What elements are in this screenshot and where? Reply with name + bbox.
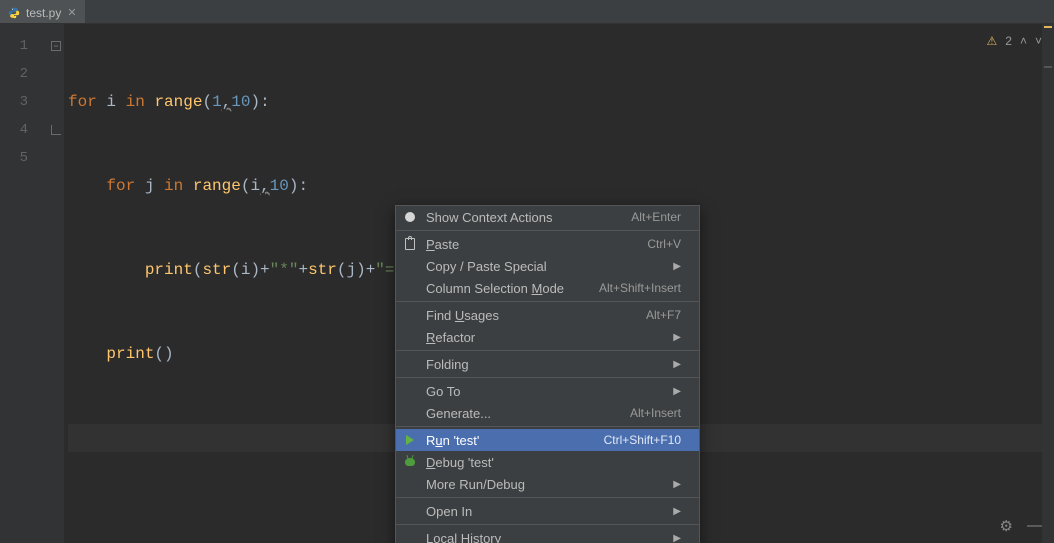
menu-item-context-actions[interactable]: Show Context ActionsAlt+Enter — [396, 206, 699, 228]
warning-marker[interactable] — [1044, 26, 1052, 28]
chevron-down-icon[interactable]: ˅ — [1035, 34, 1042, 48]
menu-separator — [396, 377, 699, 378]
menu-separator — [396, 230, 699, 231]
menu-item-find-usages[interactable]: Find UsagesAlt+F7 — [396, 304, 699, 326]
menu-item-refactor[interactable]: Refactor▶ — [396, 326, 699, 348]
menu-item-column-selection[interactable]: Column Selection ModeAlt+Shift+Insert — [396, 277, 699, 299]
submenu-arrow-icon: ▶ — [673, 386, 681, 397]
status-bar-right: ⚙ ― — [1000, 517, 1042, 535]
menu-separator — [396, 524, 699, 525]
horizontal-bars-icon[interactable]: ― — [1027, 517, 1042, 535]
submenu-arrow-icon: ▶ — [673, 479, 681, 490]
menu-item-copy-paste-special[interactable]: Copy / Paste Special▶ — [396, 255, 699, 277]
clipboard-icon — [405, 238, 415, 250]
change-marker[interactable] — [1044, 66, 1052, 68]
settings-icon[interactable]: ⚙ — [1000, 517, 1013, 535]
python-file-icon — [8, 7, 20, 19]
chevron-up-icon[interactable]: ˄ — [1020, 34, 1027, 48]
menu-item-generate[interactable]: Generate...Alt+Insert — [396, 402, 699, 424]
fold-toggle-icon[interactable] — [51, 41, 61, 51]
line-number: 4 — [0, 116, 48, 144]
warning-count: 2 — [1005, 34, 1012, 48]
context-menu: Show Context ActionsAlt+Enter PasteCtrl+… — [395, 205, 700, 543]
menu-item-local-history[interactable]: Local History▶ — [396, 527, 699, 543]
file-tab[interactable]: test.py ✕ — [0, 0, 85, 23]
fold-end-icon — [51, 125, 61, 135]
code-line[interactable]: for j in range(i,10): — [68, 172, 1054, 200]
menu-item-folding[interactable]: Folding▶ — [396, 353, 699, 375]
code-line[interactable]: for i in range(1,10): — [68, 88, 1054, 116]
menu-separator — [396, 350, 699, 351]
line-number: 2 — [0, 60, 48, 88]
submenu-arrow-icon: ▶ — [673, 533, 681, 543]
menu-item-more-run-debug[interactable]: More Run/Debug▶ — [396, 473, 699, 495]
menu-item-debug[interactable]: Debug 'test' — [396, 451, 699, 473]
line-number: 1 — [0, 32, 48, 60]
bulb-icon — [405, 212, 415, 222]
run-icon — [406, 435, 414, 445]
menu-separator — [396, 497, 699, 498]
menu-separator — [396, 301, 699, 302]
bug-icon — [405, 458, 415, 466]
submenu-arrow-icon: ▶ — [673, 359, 681, 370]
line-number-gutter: 1 2 3 4 5 — [0, 24, 48, 543]
tab-bar: test.py ✕ — [0, 0, 1054, 24]
submenu-arrow-icon: ▶ — [673, 332, 681, 343]
submenu-arrow-icon: ▶ — [673, 261, 681, 272]
fold-gutter — [48, 24, 64, 543]
close-tab-icon[interactable]: ✕ — [67, 6, 76, 19]
line-number: 5 — [0, 144, 48, 172]
warning-icon: ⚠ — [987, 34, 998, 48]
error-stripe — [1042, 24, 1054, 543]
inspection-widget[interactable]: ⚠ 2 ˄ ˅ — [987, 34, 1042, 48]
submenu-arrow-icon: ▶ — [673, 506, 681, 517]
tab-filename: test.py — [26, 6, 61, 20]
line-number: 3 — [0, 88, 48, 116]
menu-item-open-in[interactable]: Open In▶ — [396, 500, 699, 522]
menu-item-run[interactable]: Run 'test'Ctrl+Shift+F10 — [396, 429, 699, 451]
menu-item-paste[interactable]: PasteCtrl+V — [396, 233, 699, 255]
menu-item-goto[interactable]: Go To▶ — [396, 380, 699, 402]
menu-separator — [396, 426, 699, 427]
